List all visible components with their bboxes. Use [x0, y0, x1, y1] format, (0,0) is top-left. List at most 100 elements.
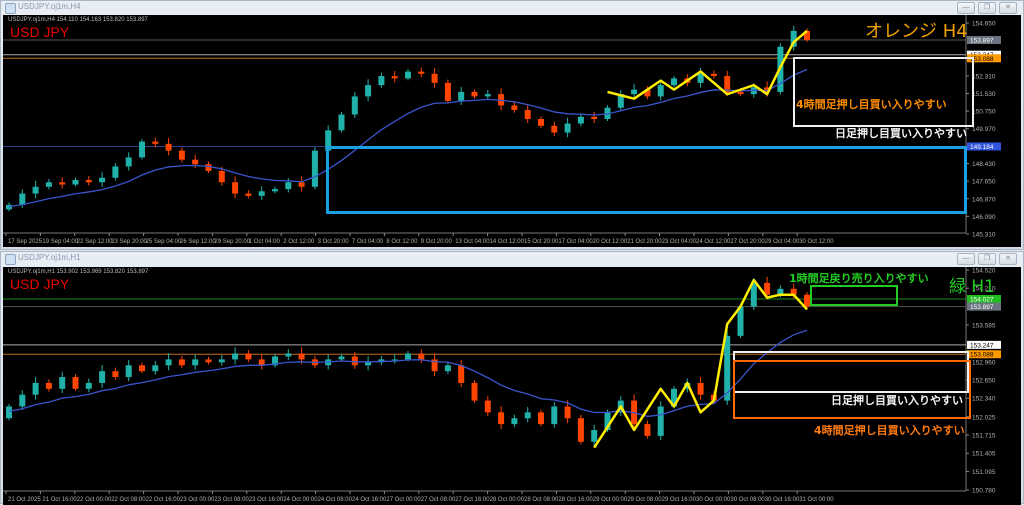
y-tick-label: 151.405	[972, 451, 996, 458]
candle-body	[538, 412, 544, 425]
close-button[interactable]: ✕	[999, 2, 1017, 14]
price-marker-label: 149.184	[970, 144, 994, 151]
candle-body	[391, 76, 398, 79]
x-tick-label: 9 Oct 20:00	[421, 239, 453, 245]
candle-body	[338, 356, 345, 360]
x-tick-label: 7 Oct 04:00	[352, 239, 384, 245]
candle-body	[524, 109, 531, 120]
price-marker-label: 154.027	[970, 297, 994, 304]
candle-body	[311, 150, 318, 187]
candle-body	[351, 96, 358, 115]
candle-body	[72, 377, 79, 389]
zigzag-trend-line	[607, 29, 808, 100]
h1-resistance-zone-box	[810, 285, 898, 306]
x-tick-label: 29 Oct 00:00	[593, 497, 628, 503]
candle-body	[19, 193, 26, 205]
candle-body	[737, 91, 744, 95]
candle-body	[298, 182, 305, 187]
candle-body	[218, 170, 225, 183]
candle-body	[45, 182, 52, 187]
x-tick-label: 23 Oct 00:00	[180, 497, 215, 503]
x-tick-label: 13 Oct 04:00	[455, 239, 490, 245]
x-tick-label: 21 Oct 16:00	[42, 497, 77, 503]
y-tick-label: 148.430	[972, 161, 996, 168]
candle-body	[218, 359, 225, 363]
x-tick-label: 27 Oct 20:00	[730, 239, 765, 245]
timeframe-label: 緑 H1	[949, 277, 996, 297]
x-tick-label: 29 Oct 16:00	[662, 497, 697, 503]
close-button[interactable]: ✕	[999, 253, 1017, 265]
minimize-button[interactable]: —	[957, 253, 975, 265]
candle-body	[19, 394, 26, 407]
y-tick-label: 152.650	[972, 378, 996, 385]
window-title: USDJPY.oj1m,H4	[18, 2, 81, 11]
candle-body	[205, 359, 212, 363]
minimize-button[interactable]: —	[957, 2, 975, 14]
candle-body	[471, 91, 478, 97]
candle-body	[657, 85, 664, 97]
x-tick-label: 25 Sep 04:00	[146, 239, 182, 245]
y-tick-label: 153.585	[972, 323, 996, 330]
candle-body	[99, 177, 106, 183]
h4-support-zone-box	[733, 360, 971, 419]
x-tick-label: 21 Oct 2025	[8, 497, 41, 503]
candle-body	[378, 76, 385, 86]
chart-window-h4[interactable]: USDJPY.oj1m,H4 — ❐ ✕ 154.650 152.310 151.5…	[0, 0, 1024, 250]
candle-body	[444, 365, 451, 372]
x-tick-label: 23 Oct 04:00	[662, 239, 697, 245]
candle-body	[524, 412, 531, 419]
x-tick-label: 8 Oct 12:00	[386, 239, 418, 245]
x-tick-label: 22 Oct 00:00	[77, 497, 112, 503]
candle-body	[32, 382, 39, 395]
y-tick-label: 149.970	[972, 126, 996, 133]
x-tick-label: 29 Sep 20:00	[214, 239, 250, 245]
x-tick-label: 1 Oct 04:00	[249, 239, 281, 245]
x-tick-label: 28 Oct 08:00	[524, 497, 559, 503]
candle-body	[405, 71, 411, 79]
candle-body	[232, 182, 239, 194]
candle-body	[72, 180, 79, 185]
y-tick-label: 150.780	[972, 488, 996, 495]
y-tick-label: 154.650	[972, 21, 996, 28]
candle-body	[258, 191, 265, 196]
candle-body	[272, 189, 278, 192]
x-tick-label: 20 Oct 12:00	[593, 239, 628, 245]
restore-button[interactable]: ❐	[978, 253, 996, 265]
candle-body	[152, 365, 159, 372]
candle-body	[232, 353, 239, 360]
daily-annotation-text: 日足押し目買い入りやすい	[835, 127, 967, 140]
price-marker-label: 153.897	[970, 304, 994, 311]
candle-body	[245, 353, 252, 360]
candle-body	[511, 105, 518, 110]
candle-body	[285, 182, 292, 190]
x-tick-label: 24 Oct 12:00	[696, 239, 731, 245]
candle-body	[6, 406, 12, 419]
window-titlebar[interactable]: USDJPY.oj1m,H1 — ❐ ✕	[1, 252, 1023, 266]
candle-body	[458, 365, 465, 383]
y-tick-label: 152.310	[972, 73, 996, 80]
x-tick-label: 17 Sep 2025	[8, 239, 43, 245]
candle-body	[418, 353, 425, 360]
y-tick-label: 152.340	[972, 396, 996, 403]
chart-window-h1[interactable]: USDJPY.oj1m,H1 — ❐ ✕ 154.520 154.210 153.5…	[0, 251, 1024, 505]
candle-body	[671, 78, 677, 86]
candle-body	[551, 406, 558, 425]
x-tick-label: 28 Oct 00:00	[490, 497, 525, 503]
candle-body	[538, 119, 544, 126]
x-tick-label: 15 Oct 20:00	[524, 239, 559, 245]
timeframe-label: オレンジ H4	[865, 21, 968, 42]
x-tick-label: 30 Oct 08:00	[730, 497, 765, 503]
window-titlebar[interactable]: USDJPY.oj1m,H4 — ❐ ✕	[1, 1, 1023, 15]
x-tick-label: 30 Oct 12:00	[799, 239, 834, 245]
candle-body	[192, 359, 199, 366]
candle-body	[85, 382, 92, 389]
candle-body	[112, 166, 119, 178]
h4-support-zone-box	[793, 57, 974, 127]
candle-body	[631, 89, 638, 95]
restore-button[interactable]: ❐	[978, 2, 996, 14]
candle-body	[285, 353, 292, 357]
x-tick-label: 30 Oct 00:00	[696, 497, 731, 503]
chart-window-icon	[5, 3, 16, 14]
x-tick-label: 24 Oct 08:00	[318, 497, 353, 503]
y-tick-label: 151.530	[972, 91, 996, 98]
